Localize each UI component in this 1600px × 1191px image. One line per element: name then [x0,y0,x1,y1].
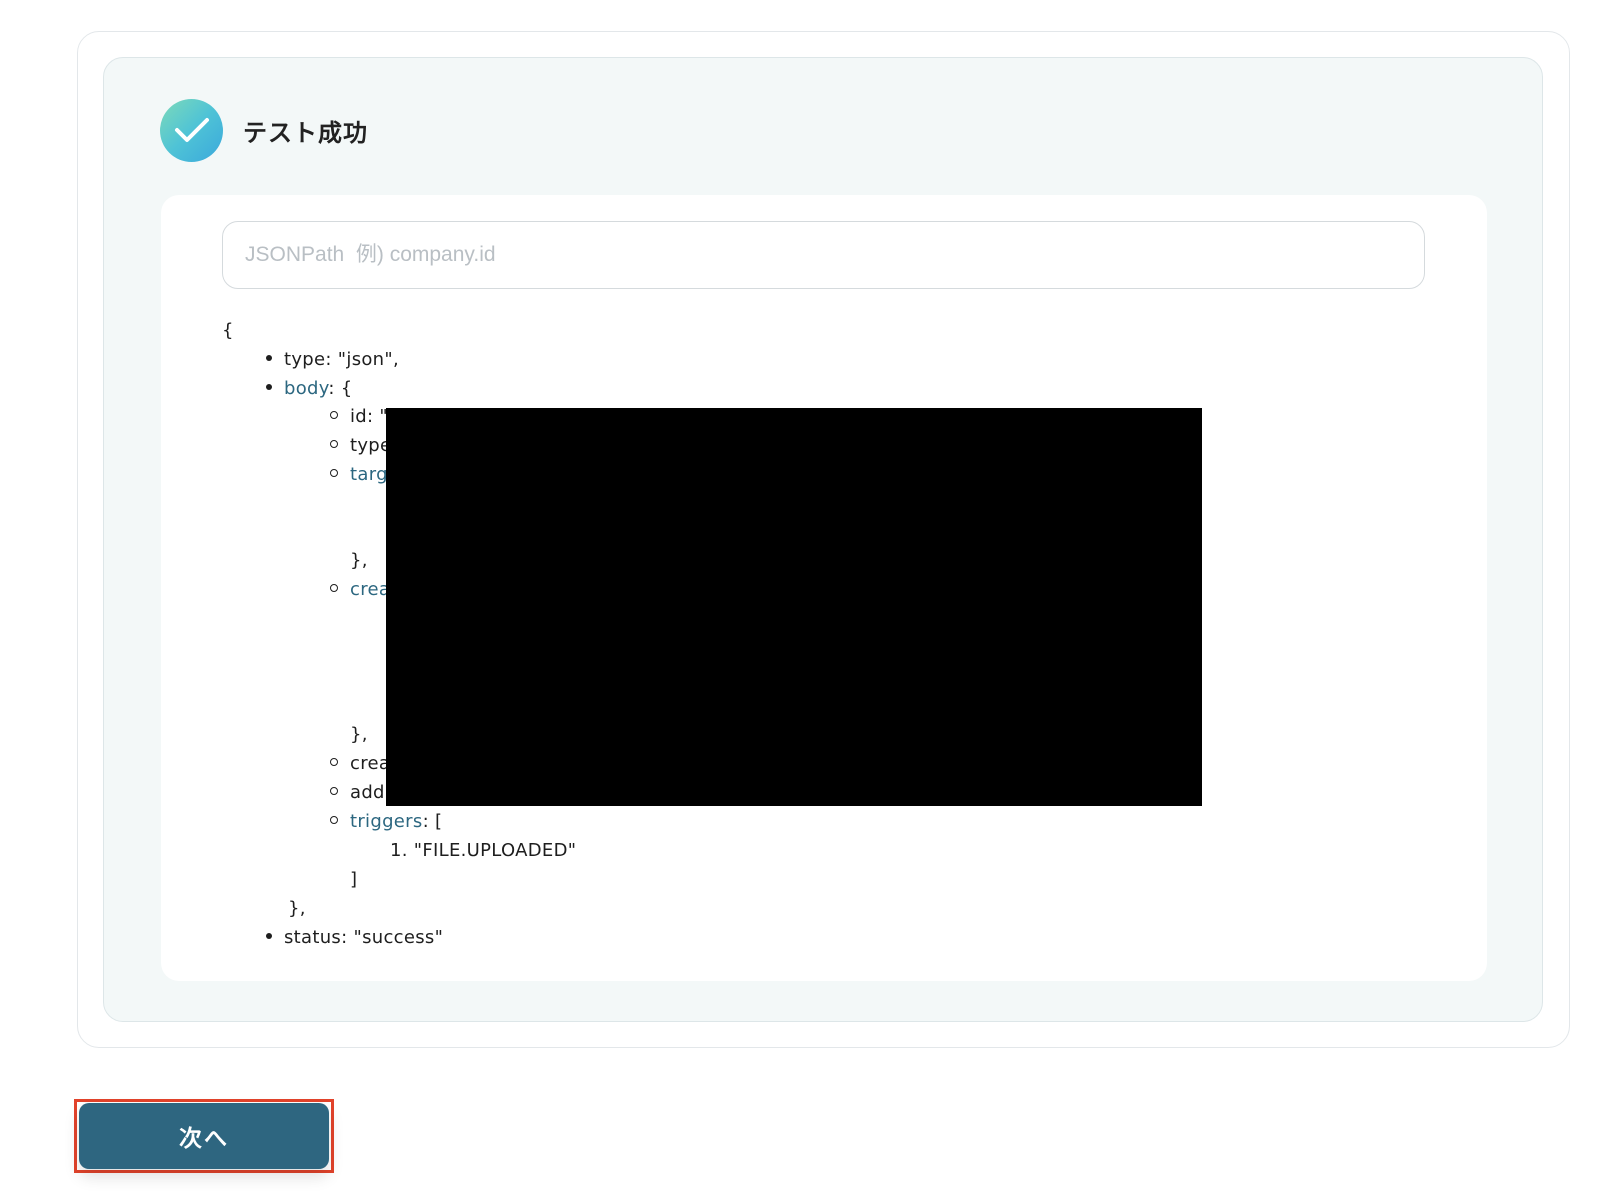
json-close-created: }, [350,724,368,745]
triggers-key-link[interactable]: triggers [350,811,423,832]
test-success-header: テスト成功 [160,98,368,162]
jsonpath-input[interactable] [222,221,1425,289]
json-trigger-item: 1. "FILE.UPLOADED" [390,840,577,861]
json-line-id: id: " [330,402,388,431]
json-triggers-close: ] [350,869,358,890]
json-line-created: crea [330,575,390,604]
json-line-triggers: triggers: [ [330,807,442,836]
json-line-status: status: "success" [266,923,443,952]
json-line-created-2: crea [330,749,390,778]
target-key-link[interactable]: targ [350,464,388,485]
check-icon [160,98,223,162]
json-line-body: body: { [266,374,353,403]
success-title: テスト成功 [243,119,368,147]
created-key-link[interactable]: crea [350,579,390,600]
json-line-type: type: "json", [266,345,399,374]
next-button[interactable]: 次へ [79,1103,329,1169]
json-line-target: targ [330,460,388,489]
json-line-added: add [330,778,385,807]
json-close-target: }, [350,550,368,571]
redaction-block [386,408,1202,806]
json-body-close: }, [288,898,306,919]
json-line-type-nested: type [330,431,391,460]
json-open-brace: { [222,320,234,341]
body-key-link[interactable]: body [284,378,328,399]
